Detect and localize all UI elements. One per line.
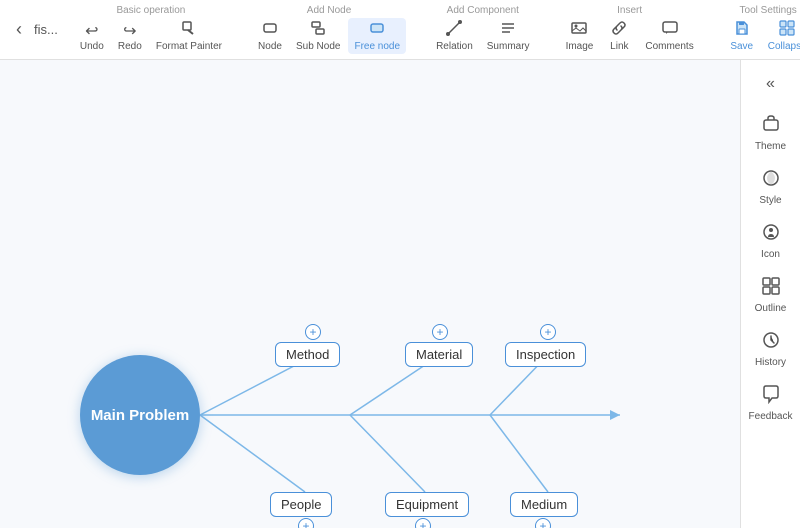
free-node-icon (369, 20, 385, 41)
undo-button[interactable]: ↩ Undo (74, 18, 110, 54)
equipment-plus[interactable]: + (415, 518, 431, 528)
icon-label: Icon (761, 249, 780, 260)
outline-icon (761, 276, 781, 301)
relation-label: Relation (436, 41, 473, 52)
relation-icon (446, 20, 462, 41)
redo-label: Redo (118, 41, 142, 52)
sub-node-icon (310, 20, 326, 41)
right-sidebar: « Theme Style Icon Outline (740, 60, 800, 528)
sidebar-item-outline[interactable]: Outline (747, 270, 795, 320)
insert-label: Insert (617, 5, 642, 16)
material-plus[interactable]: + (432, 324, 448, 340)
main-problem-node[interactable]: Main Problem (80, 355, 200, 475)
method-label: Method (286, 347, 329, 362)
add-node-group: Add Node Node Sub Node Free node (252, 5, 406, 54)
icon-icon (761, 222, 781, 247)
node-label: Node (258, 41, 282, 52)
collapse-label: Collapse (768, 41, 800, 52)
back-button[interactable]: ‹ (8, 15, 30, 44)
sidebar-item-feedback[interactable]: Feedback (747, 378, 795, 428)
basic-operation-group: Basic operation ↩ Undo ↪ Redo Format Pai… (74, 5, 228, 54)
history-label: History (755, 357, 786, 368)
free-node-label: Free node (354, 41, 400, 52)
collapse-icon (779, 20, 795, 41)
collapse-left-icon: « (766, 75, 775, 93)
equipment-node[interactable]: Equipment (385, 492, 469, 517)
node-icon (262, 20, 278, 41)
add-component-group: Add Component Relation Summary (430, 5, 536, 54)
format-painter-label: Format Painter (156, 41, 222, 52)
comments-button[interactable]: Comments (639, 18, 699, 54)
save-icon (734, 20, 750, 41)
sub-node-label: Sub Node (296, 41, 340, 52)
sidebar-collapse-button[interactable]: « (755, 68, 787, 100)
style-label: Style (759, 195, 781, 206)
tool-settings-label: Tool Settings (740, 5, 797, 16)
main-area: Main Problem Method + Material + Inspect… (0, 60, 800, 528)
outline-label: Outline (755, 303, 787, 314)
summary-icon (500, 20, 516, 41)
image-label: Image (566, 41, 594, 52)
people-node[interactable]: People (270, 492, 332, 517)
style-icon (761, 168, 781, 193)
add-node-label: Add Node (307, 5, 351, 16)
add-component-label: Add Component (447, 5, 519, 16)
free-node-button[interactable]: Free node (348, 18, 406, 54)
method-plus[interactable]: + (305, 324, 321, 340)
back-icon: ‹ (16, 19, 22, 40)
material-label: Material (416, 347, 462, 362)
sidebar-item-icon[interactable]: Icon (747, 216, 795, 266)
undo-icon: ↩ (85, 21, 98, 41)
insert-group: Insert Image Link Comments (560, 5, 700, 54)
main-problem-label: Main Problem (91, 407, 189, 424)
save-label: Save (730, 41, 753, 52)
format-painter-button[interactable]: Format Painter (150, 18, 228, 54)
link-button[interactable]: Link (601, 18, 637, 54)
image-icon (571, 20, 587, 41)
sidebar-item-history[interactable]: History (747, 324, 795, 374)
equipment-label: Equipment (396, 497, 458, 512)
redo-icon: ↪ (123, 21, 136, 41)
people-plus[interactable]: + (298, 518, 314, 528)
history-icon (761, 330, 781, 355)
people-label: People (281, 497, 321, 512)
format-painter-icon (181, 20, 197, 41)
theme-label: Theme (755, 141, 786, 152)
canvas[interactable]: Main Problem Method + Material + Inspect… (0, 60, 740, 528)
theme-icon (761, 114, 781, 139)
summary-button[interactable]: Summary (481, 18, 536, 54)
medium-node[interactable]: Medium (510, 492, 578, 517)
medium-plus[interactable]: + (535, 518, 551, 528)
sub-node-button[interactable]: Sub Node (290, 18, 346, 54)
feedback-icon (761, 384, 781, 409)
toolbar: ‹ fis... Basic operation ↩ Undo ↪ Redo F… (0, 0, 800, 60)
inspection-node[interactable]: Inspection (505, 342, 586, 367)
link-label: Link (610, 41, 628, 52)
document-title: fis... (34, 22, 58, 37)
relation-button[interactable]: Relation (430, 18, 479, 54)
comments-label: Comments (645, 41, 693, 52)
sidebar-item-style[interactable]: Style (747, 162, 795, 212)
method-node[interactable]: Method (275, 342, 340, 367)
undo-label: Undo (80, 41, 104, 52)
summary-label: Summary (487, 41, 530, 52)
material-node[interactable]: Material (405, 342, 473, 367)
inspection-plus[interactable]: + (540, 324, 556, 340)
redo-button[interactable]: ↪ Redo (112, 18, 148, 54)
comments-icon (662, 20, 678, 41)
image-button[interactable]: Image (560, 18, 600, 54)
medium-label: Medium (521, 497, 567, 512)
node-button[interactable]: Node (252, 18, 288, 54)
collapse-button[interactable]: Collapse (762, 18, 800, 54)
basic-operation-label: Basic operation (116, 5, 185, 16)
sidebar-item-theme[interactable]: Theme (747, 108, 795, 158)
feedback-label: Feedback (749, 411, 793, 422)
inspection-label: Inspection (516, 347, 575, 362)
link-icon (611, 20, 627, 41)
save-button[interactable]: Save (724, 18, 760, 54)
tool-settings-group: Tool Settings Save Collapse (724, 5, 800, 54)
